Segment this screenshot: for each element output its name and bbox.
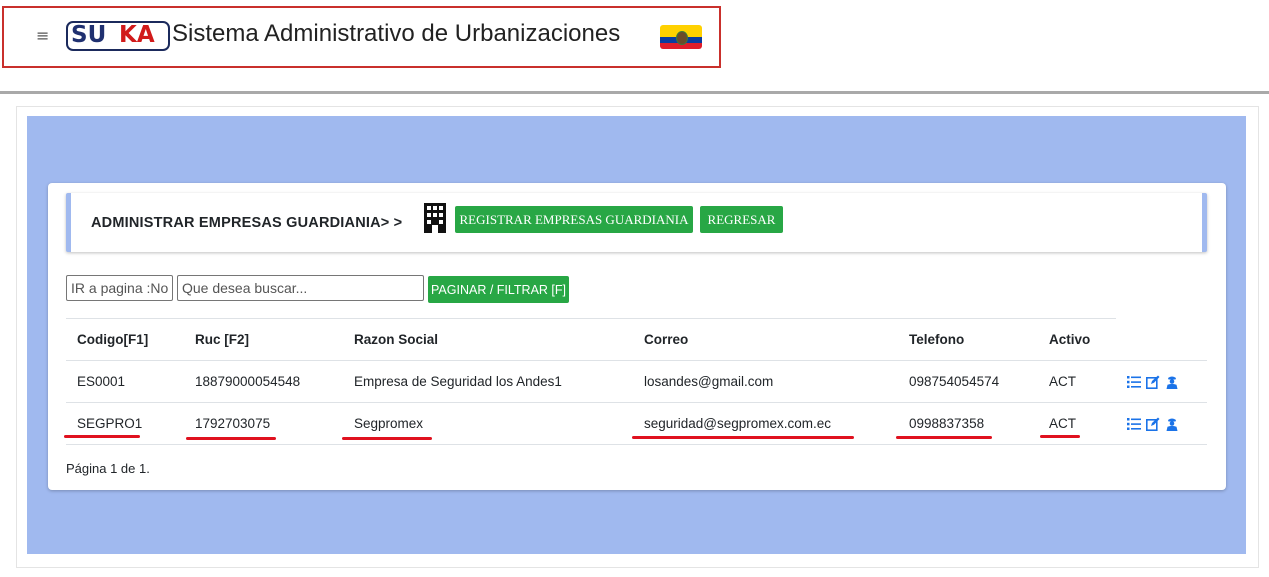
column-header-codigo[interactable]: Codigo[F1] (77, 332, 148, 347)
cell-ruc: 1792703075 (195, 416, 271, 431)
annotation-underline-telefono (896, 436, 992, 439)
column-header-telefono: Telefono (909, 332, 965, 347)
cell-razon-social: Segpromex (354, 416, 424, 431)
annotation-underline-razon (342, 437, 432, 440)
go-to-page-input[interactable] (66, 275, 173, 301)
cell-codigo: SEGPRO1 (77, 416, 143, 431)
annotation-underline-activo (1040, 435, 1080, 438)
column-header-correo: Correo (644, 332, 689, 347)
filter-button[interactable]: PAGINAR / FILTRAR [F] (428, 276, 569, 303)
guard-icon[interactable] (1165, 417, 1179, 431)
back-button[interactable]: REGRESAR (700, 206, 783, 233)
logo-text-su: SU (71, 22, 107, 48)
cell-razon-social: Empresa de Seguridad los Andes1 (354, 374, 562, 389)
edit-icon[interactable] (1146, 375, 1160, 389)
cell-telefono: 098754054574 (909, 374, 1000, 389)
row-actions (1127, 375, 1179, 389)
hamburger-icon[interactable]: ≡ (36, 26, 49, 46)
table-header-border (66, 360, 1207, 361)
cell-codigo: ES0001 (77, 374, 126, 389)
column-header-razon-social: Razon Social (354, 332, 439, 347)
top-bar-divider (0, 91, 1269, 94)
logo-text-ka: KA (119, 22, 155, 48)
cell-activo: ACT (1049, 416, 1076, 431)
annotation-underline-codigo (64, 435, 140, 438)
annotation-underline-correo (632, 436, 854, 439)
pagination-status: Página 1 de 1. (66, 461, 150, 476)
column-header-activo: Activo (1049, 332, 1091, 347)
table-row-border (66, 402, 1207, 403)
search-input[interactable] (177, 275, 424, 301)
list-icon[interactable] (1127, 375, 1141, 389)
page-title: ADMINISTRAR EMPRESAS GUARDIANIA> > (91, 215, 403, 231)
table-bottom-border (66, 444, 1207, 445)
cell-correo: seguridad@segpromex.com.ec (644, 416, 832, 431)
app-title: Sistema Administrativo de Urbanizaciones (172, 20, 621, 47)
row-actions (1127, 417, 1179, 431)
column-header-ruc[interactable]: Ruc [F2] (195, 332, 249, 347)
ecuador-flag-icon (660, 25, 702, 49)
annotation-underline-ruc (186, 437, 276, 440)
register-company-button[interactable]: REGISTRAR EMPRESAS GUARDIANIA (455, 206, 693, 233)
cell-activo: ACT (1049, 374, 1076, 389)
list-icon[interactable] (1127, 417, 1141, 431)
cell-ruc: 18879000054548 (195, 374, 301, 389)
guard-icon[interactable] (1165, 375, 1179, 389)
building-icon (424, 203, 446, 233)
cell-telefono: 0998837358 (909, 416, 985, 431)
suka-logo: SU KA (66, 21, 170, 51)
table-top-border (66, 318, 1116, 319)
cell-correo: losandes@gmail.com (644, 374, 774, 389)
edit-icon[interactable] (1146, 417, 1160, 431)
